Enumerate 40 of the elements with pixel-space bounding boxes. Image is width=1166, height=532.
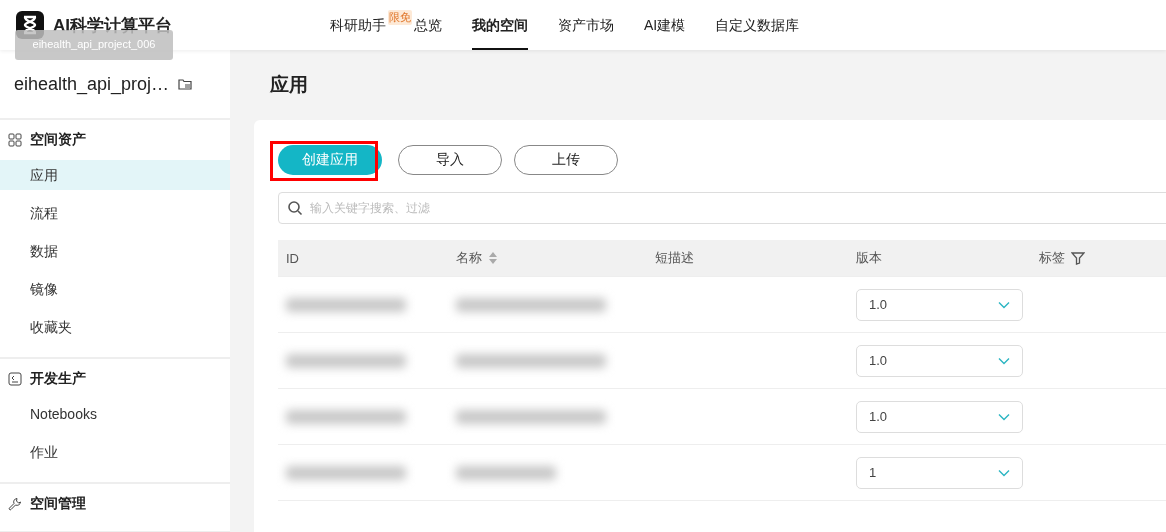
- search-field[interactable]: 输入关键字搜索、过滤: [278, 192, 1166, 224]
- chevron-down-icon: [998, 412, 1010, 421]
- action-button[interactable]: 导入: [398, 145, 502, 175]
- sidebar-item[interactable]: 数据: [0, 236, 230, 266]
- section-heading[interactable]: 开发生产: [30, 370, 86, 388]
- version-dropdown[interactable]: 1.0: [856, 400, 1023, 433]
- nav-tab[interactable]: 资产市场: [558, 0, 614, 50]
- column-header: 标签: [1039, 249, 1065, 267]
- chevron-down-icon: [998, 300, 1010, 309]
- page-title: 应用: [269, 73, 309, 97]
- sidebar-item[interactable]: 作业: [0, 437, 230, 467]
- sidebar-item[interactable]: 应用: [0, 160, 230, 190]
- terminal-icon: [8, 372, 22, 386]
- version-dropdown[interactable]: 1: [856, 456, 1023, 489]
- nav-tab[interactable]: 我的空间: [472, 0, 528, 50]
- column-header: 名称: [456, 249, 482, 267]
- free-badge: 限免: [388, 10, 412, 25]
- filter-icon[interactable]: [1071, 251, 1085, 265]
- grid-icon: [8, 133, 22, 147]
- chevron-down-icon: [998, 356, 1010, 365]
- column-header: ID: [286, 250, 299, 266]
- nav-tab[interactable]: AI建模: [644, 0, 686, 50]
- nav-tab[interactable]: 科研助手: [330, 0, 386, 50]
- column-header: 短描述: [655, 249, 694, 267]
- chevron-down-icon: [998, 468, 1010, 477]
- version-dropdown[interactable]: 1.0: [856, 288, 1023, 321]
- project-name: eihealth_api_proj…: [14, 73, 170, 95]
- version-dropdown[interactable]: 1.0: [856, 344, 1023, 377]
- sidebar-item[interactable]: Notebooks: [0, 399, 230, 429]
- section-heading[interactable]: 空间资产: [30, 131, 86, 149]
- section-heading[interactable]: 空间管理: [30, 495, 86, 513]
- nav-tab[interactable]: 自定义数据库: [715, 0, 800, 50]
- column-header: 版本: [856, 249, 882, 267]
- sidebar-item[interactable]: 镜像: [0, 274, 230, 304]
- sidebar-item[interactable]: 收藏夹: [0, 312, 230, 342]
- sidebar-item[interactable]: 流程: [0, 198, 230, 228]
- action-button[interactable]: 上传: [514, 145, 618, 175]
- wrench-icon: [8, 497, 22, 511]
- nav-tab[interactable]: 总览: [414, 0, 442, 50]
- folder-switch-icon[interactable]: [177, 76, 194, 92]
